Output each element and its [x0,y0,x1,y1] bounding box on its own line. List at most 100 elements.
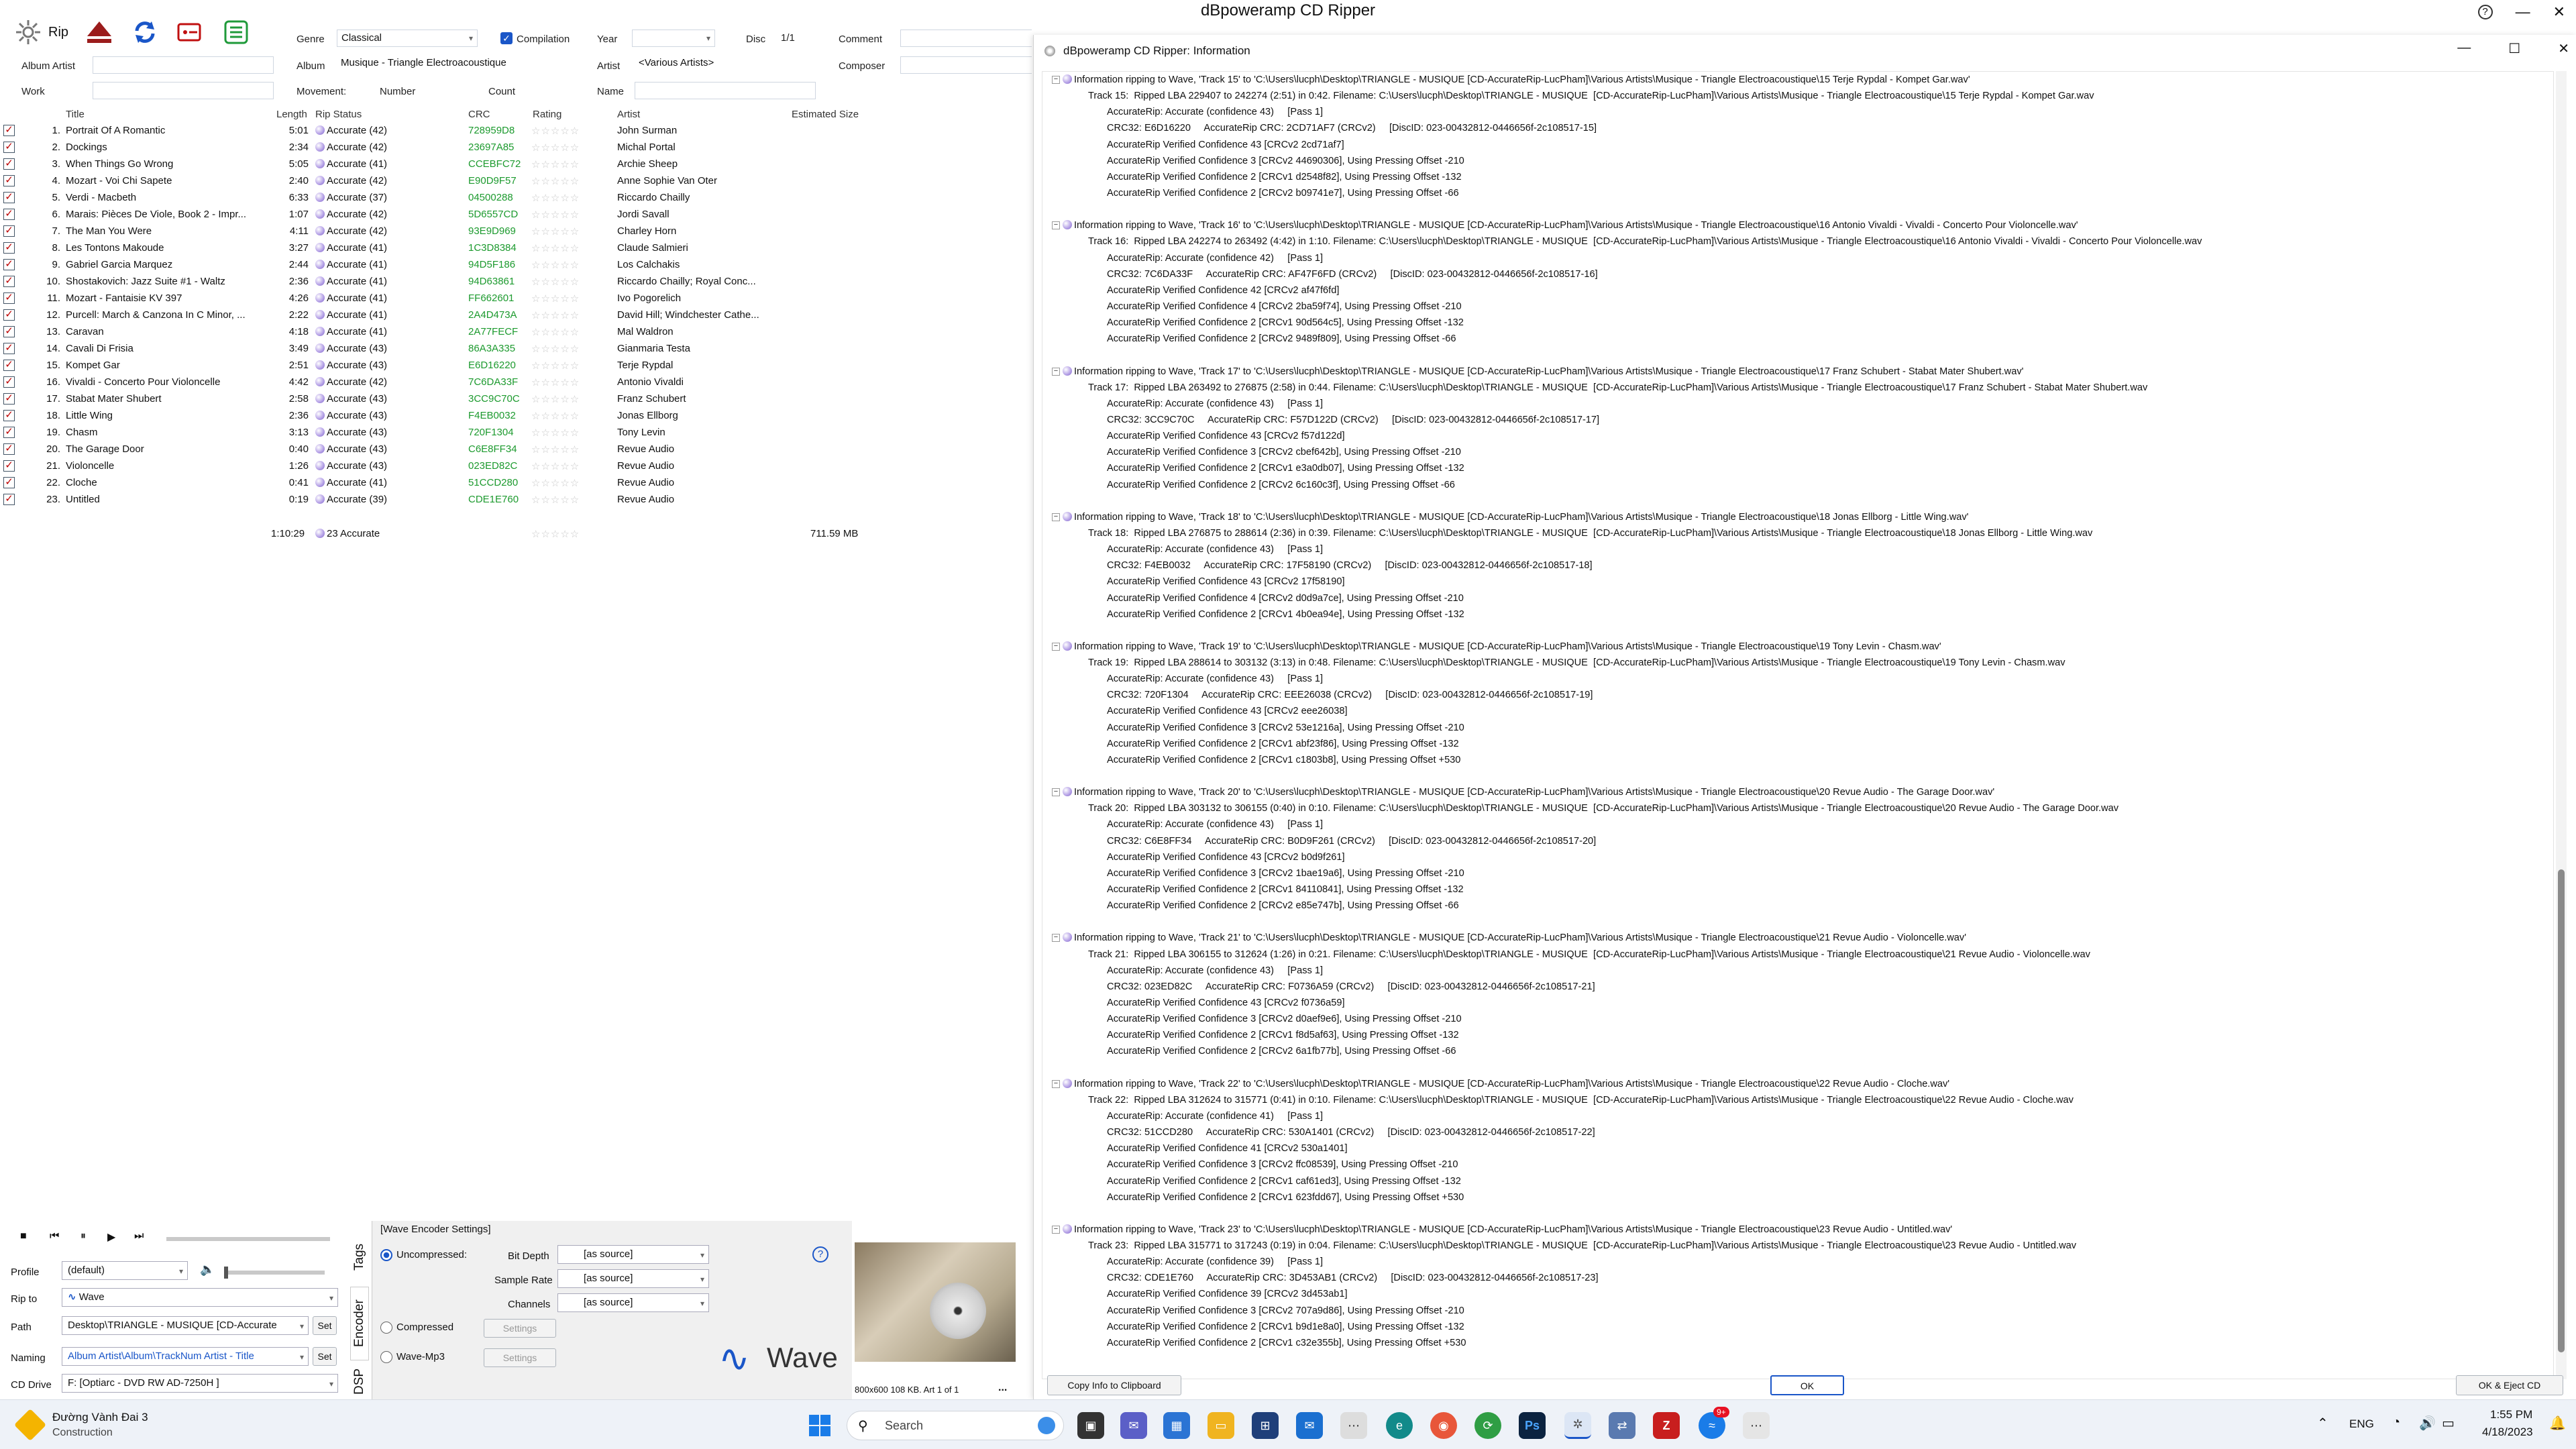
composer-field[interactable] [900,56,1032,74]
track-title[interactable]: Portrait Of A Romantic [66,125,165,136]
task-view-icon[interactable]: ▣ [1077,1412,1104,1439]
wave-mp3-settings-button[interactable]: Settings [484,1348,556,1367]
tab-encoder[interactable]: Encoder [350,1287,369,1360]
track-title[interactable]: Gabriel Garcia Marquez [66,259,172,270]
collapse-icon[interactable]: − [1052,367,1060,376]
table-row[interactable]: ✓ 17. Stabat Mater Shubert 2:58 Accurate (43… [0,390,1033,407]
table-row[interactable]: ✓ 9. Gabriel Garcia Marquez 2:44 Accurate (4… [0,256,1033,273]
next-icon[interactable]: ⏭ [134,1230,144,1242]
minimize-icon[interactable]: — [2457,40,2471,57]
track-checkbox[interactable]: ✓ [3,343,15,354]
track-artist[interactable]: Antonio Vivaldi [617,376,684,388]
track-title[interactable]: Stabat Mater Shubert [66,393,162,405]
table-row[interactable]: ✓ 11. Mozart - Fantaisie KV 397 4:26 Accurat… [0,290,1033,307]
track-title[interactable]: Little Wing [66,410,113,421]
close-icon[interactable]: ✕ [2558,40,2569,57]
artist-field[interactable]: <Various Artists> [635,55,816,72]
track-title[interactable]: Marais: Pièces De Viole, Book 2 - Impr..… [66,209,246,220]
track-checkbox[interactable]: ✓ [3,209,15,220]
track-artist[interactable]: Michal Portal [617,142,676,153]
track-rating-stars[interactable]: ☆☆☆☆☆ [531,142,580,154]
col-length[interactable]: Length [276,109,307,120]
table-row[interactable]: ✓ 4. Mozart - Voi Chi Sapete 2:40 Accurate (… [0,172,1033,189]
track-rating-stars[interactable]: ☆☆☆☆☆ [531,175,580,187]
track-title[interactable]: Chasm [66,427,98,438]
table-row[interactable]: ✓ 3. When Things Go Wrong 5:05 Accurate (41)… [0,156,1033,172]
track-title[interactable]: Purcell: March & Canzona In C Minor, ... [66,309,246,321]
track-artist[interactable]: Ivo Pogorelich [617,292,681,304]
table-row[interactable]: ✓ 7. The Man You Were 4:11 Accurate (42) 93E9… [0,223,1033,239]
table-row[interactable]: ✓ 1. Portrait Of A Romantic 5:01 Accurate (4… [0,122,1033,139]
col-crc[interactable]: CRC [468,109,490,120]
track-artist[interactable]: Jonas Ellborg [617,410,678,421]
track-rating-stars[interactable]: ☆☆☆☆☆ [531,225,580,237]
tag-icon[interactable] [176,17,205,47]
chevron-up-icon[interactable]: ⌃ [2317,1415,2328,1432]
track-checkbox[interactable]: ✓ [3,158,15,170]
previous-icon[interactable]: ⏮ [50,1230,59,1242]
compressed-radio[interactable] [380,1322,392,1334]
table-row[interactable]: ✓ 2. Dockings 2:34 Accurate (42) 23697A85 ☆☆☆☆… [0,139,1033,156]
track-checkbox[interactable]: ✓ [3,175,15,186]
track-artist[interactable]: Jordi Savall [617,209,669,220]
uncompressed-radio[interactable] [380,1249,392,1261]
track-checkbox[interactable]: ✓ [3,460,15,472]
track-artist[interactable]: Los Calchakis [617,259,680,270]
photoshop-icon[interactable]: Ps [1519,1412,1546,1439]
table-row[interactable]: ✓ 6. Marais: Pièces De Viole, Book 2 - Imp… [0,206,1033,223]
track-checkbox[interactable]: ✓ [3,494,15,505]
track-checkbox[interactable]: ✓ [3,410,15,421]
track-checkbox[interactable]: ✓ [3,427,15,438]
track-title[interactable]: The Man You Were [66,225,152,237]
wifi-icon[interactable]: ◔ [2392,1415,2400,1430]
track-rating-stars[interactable]: ☆☆☆☆☆ [531,376,580,388]
album-field[interactable]: Musique - Triangle Electroacoustique [337,55,572,72]
track-title[interactable]: Mozart - Fantaisie KV 397 [66,292,182,304]
maximize-icon[interactable]: ☐ [2508,40,2520,57]
bit-depth-select[interactable]: [as source] ▾ [557,1245,709,1264]
track-title[interactable]: Vivaldi - Concerto Pour Violoncelle [66,376,220,388]
track-rating-stars[interactable]: ☆☆☆☆☆ [531,259,580,271]
track-title[interactable]: Dockings [66,142,107,153]
track-rating-stars[interactable]: ☆☆☆☆☆ [531,460,580,472]
track-artist[interactable]: John Surman [617,125,677,136]
notifications-icon[interactable]: 🔔 [2549,1415,2566,1432]
log-scrollbar[interactable] [2556,71,2567,1379]
close-icon[interactable]: ✕ [2553,3,2565,21]
edge-icon[interactable]: e [1386,1412,1413,1439]
track-title[interactable]: Untitled [66,494,100,505]
eject-icon[interactable] [85,17,114,47]
table-row[interactable]: ✓ 16. Vivaldi - Concerto Pour Violoncelle 4… [0,374,1033,390]
track-checkbox[interactable]: ✓ [3,242,15,254]
table-row[interactable]: ✓ 14. Cavali Di Frisia 3:49 Accurate (43) 86A… [0,340,1033,357]
track-artist[interactable]: Anne Sophie Van Oter [617,175,717,186]
track-rating-stars[interactable]: ☆☆☆☆☆ [531,292,580,305]
track-title[interactable]: Les Tontons Makoude [66,242,164,254]
filezilla-icon[interactable]: Z [1653,1412,1680,1439]
album-art[interactable] [855,1242,1016,1362]
table-row[interactable]: ✓ 13. Caravan 4:18 Accurate (41) 2A77FECF ☆☆☆☆… [0,323,1033,340]
col-rating[interactable]: Rating [533,109,561,120]
album-art-more-button[interactable]: ... [998,1382,1007,1394]
collapse-icon[interactable]: − [1052,76,1060,84]
sample-rate-select[interactable]: [as source] ▾ [557,1269,709,1288]
col-title[interactable]: Title [66,109,85,120]
year-select[interactable]: ▾ [632,30,715,47]
album-artist-field[interactable] [93,56,274,74]
taskbar-search[interactable]: ⚲ Search [847,1411,1064,1440]
track-artist[interactable]: Riccardo Chailly [617,192,690,203]
col-artist[interactable]: Artist [617,109,640,120]
track-rating-stars[interactable]: ☆☆☆☆☆ [531,276,580,288]
table-row[interactable]: ✓ 20. The Garage Door 0:40 Accurate (43) C6E8… [0,441,1033,458]
path-set-button[interactable]: Set [313,1316,337,1335]
track-checkbox[interactable]: ✓ [3,477,15,488]
ok-eject-button[interactable]: OK & Eject CD [2456,1375,2563,1395]
naming-set-button[interactable]: Set [313,1347,337,1366]
track-artist[interactable]: Franz Schubert [617,393,686,405]
track-checkbox[interactable]: ✓ [3,276,15,287]
collapse-icon[interactable]: − [1052,788,1060,797]
collapse-icon[interactable]: − [1052,221,1060,230]
track-artist[interactable]: Tony Levin [617,427,665,438]
path-field[interactable]: Desktop\TRIANGLE - MUSIQUE [CD-Accurate … [62,1316,309,1335]
minimize-icon[interactable]: — [2516,3,2530,21]
